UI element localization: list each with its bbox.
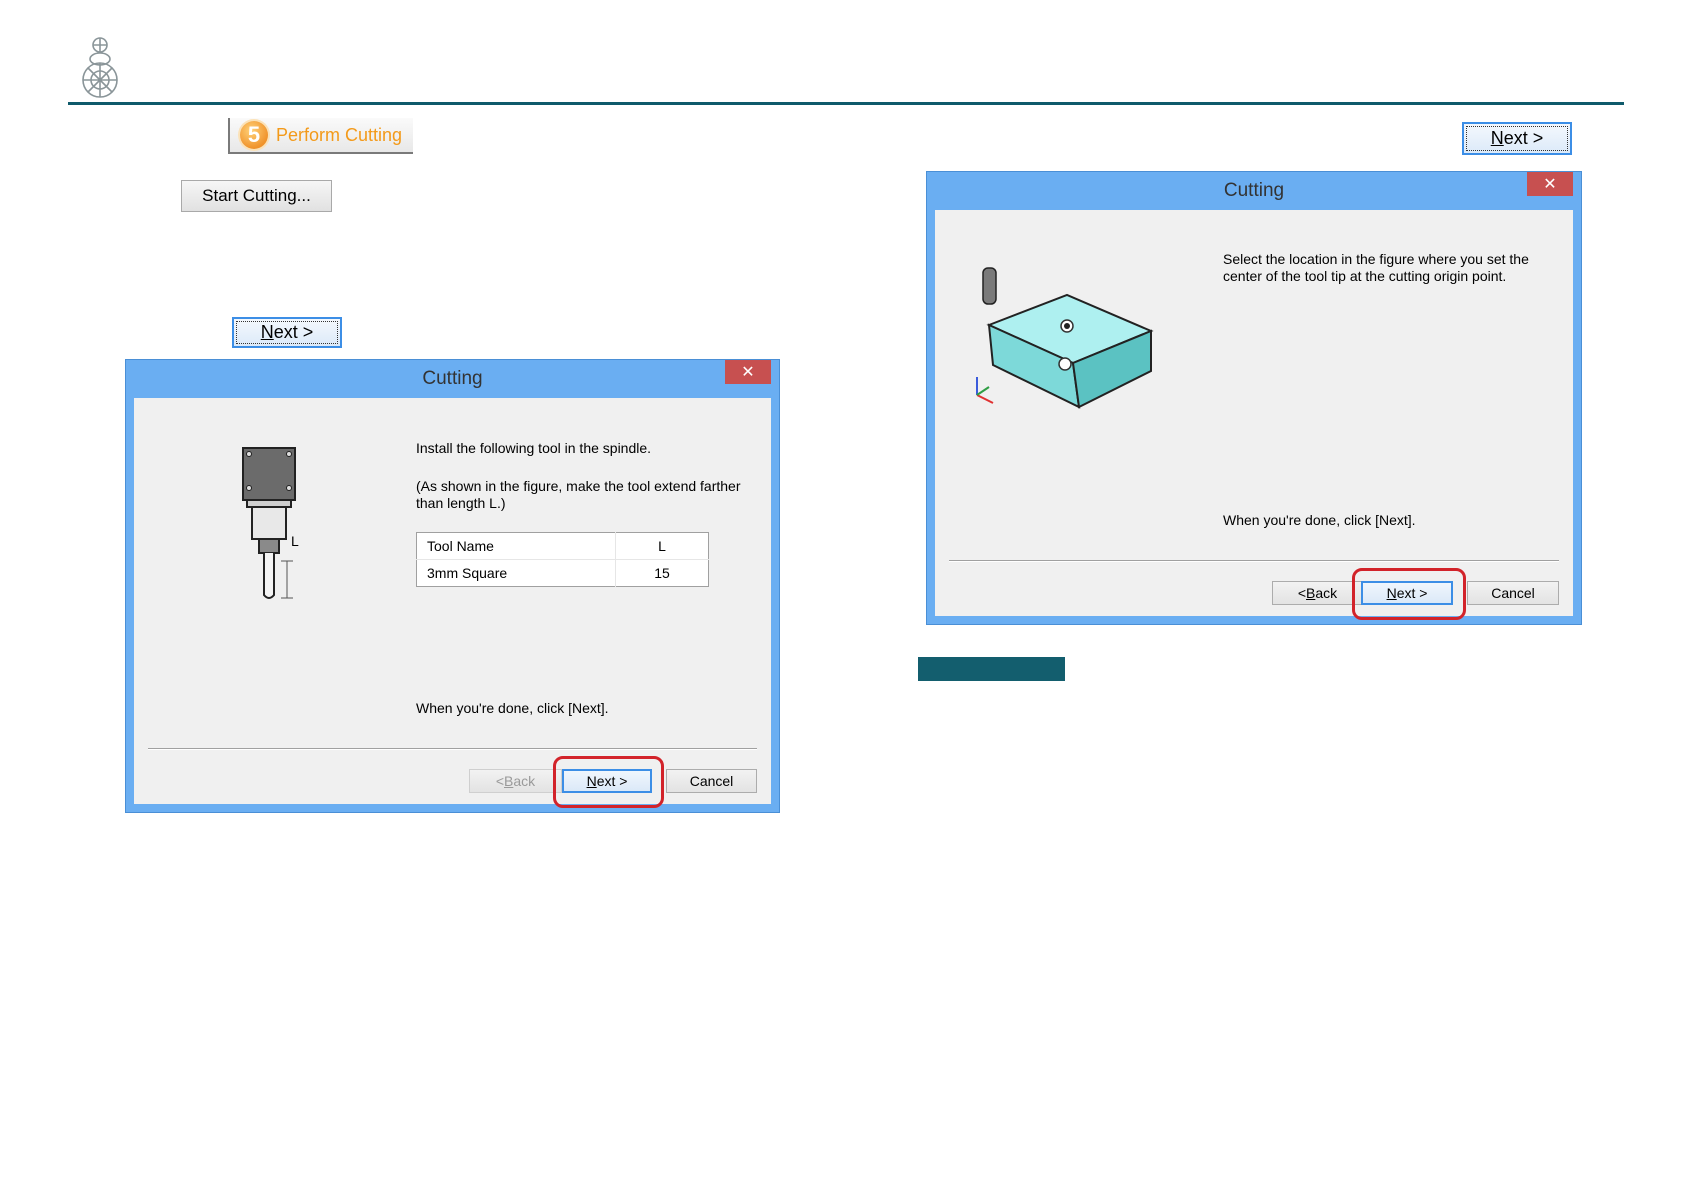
workpiece-figure-icon	[976, 267, 1154, 409]
back-button[interactable]: < Back	[1272, 581, 1363, 605]
table-header-cell: Tool Name	[416, 532, 616, 560]
back-mnemonic: B	[504, 773, 514, 789]
instruction-line-1: Select the location in the figure where …	[1223, 251, 1529, 267]
back-mnemonic: B	[1306, 585, 1316, 601]
table-header-cell: L	[615, 532, 709, 560]
done-text: When you're done, click [Next].	[416, 700, 609, 716]
dialog-client: L Install the following tool in the spin…	[134, 398, 771, 808]
next-rest: ext >	[273, 322, 314, 342]
tool-table: Tool Name L 3mm Square 15	[416, 532, 709, 587]
note-line-1: (As shown in the figure, make the tool e…	[416, 478, 741, 494]
dialog-separator	[148, 748, 757, 750]
table-row[interactable]: 3mm Square 15	[416, 559, 709, 587]
origin-bottom-radio[interactable]	[1058, 357, 1072, 371]
done-text: When you're done, click [Next].	[1223, 512, 1416, 528]
back-prefix: <	[495, 773, 505, 789]
back-prefix: <	[1297, 585, 1307, 601]
dialog-separator	[949, 560, 1559, 562]
spindle-tool-icon	[242, 447, 296, 599]
cancel-button[interactable]: Cancel	[1467, 581, 1559, 605]
dialog-title: Cutting	[1223, 180, 1285, 201]
next-button-highlight	[1352, 568, 1466, 620]
dialog-title: Cutting	[422, 368, 483, 389]
step-tab-label: Perform Cutting	[276, 124, 403, 145]
next-rest: ext >	[1503, 128, 1544, 148]
next-mnemonic: N	[260, 322, 274, 342]
instruction-text: Install the following tool in the spindl…	[416, 440, 652, 456]
step-number-icon: 5	[240, 121, 268, 149]
figure-label-l: L	[291, 533, 299, 549]
next-mnemonic: N	[1490, 128, 1504, 148]
cutting-dialog-install-tool: Cutting ✕ L Install the following tool i…	[125, 359, 780, 813]
back-rest: ack	[1315, 585, 1338, 601]
cutting-dialog-origin-point: Cutting ✕ Select the location in the fig…	[926, 171, 1582, 625]
back-rest: ack	[513, 773, 536, 789]
table-header-row: Tool Name L	[416, 532, 709, 560]
section-label-bar	[918, 657, 1065, 681]
note-line-2: than length L.)	[416, 495, 506, 511]
table-cell: 3mm Square	[416, 559, 616, 587]
next-button-highlight	[553, 756, 664, 808]
next-button-illustration[interactable]: Next >	[232, 317, 342, 348]
dialog-client: Select the location in the figure where …	[935, 210, 1573, 620]
header-rule	[68, 102, 1624, 105]
close-button[interactable]: ✕	[1527, 172, 1573, 196]
logo-icon	[82, 37, 118, 98]
start-cutting-button[interactable]: Start Cutting...	[181, 180, 332, 212]
table-cell: 15	[654, 565, 670, 581]
cancel-button[interactable]: Cancel	[666, 769, 757, 793]
back-button[interactable]: < Back	[469, 769, 562, 793]
instruction-line-2: center of the tool tip at the cutting or…	[1223, 268, 1507, 284]
close-button[interactable]: ✕	[725, 360, 771, 384]
next-button-illustration-right[interactable]: Next >	[1462, 122, 1572, 155]
step-tab-perform-cutting[interactable]: 5 Perform Cutting	[228, 118, 413, 154]
